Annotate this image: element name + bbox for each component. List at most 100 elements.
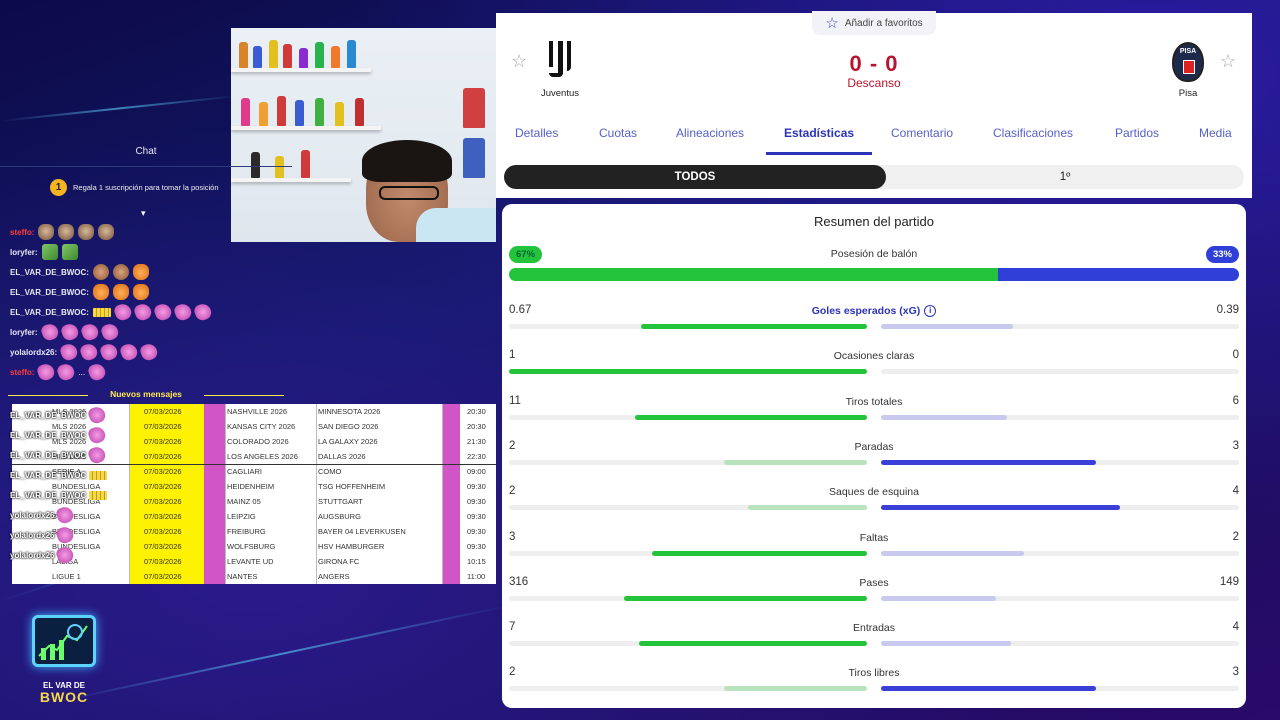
chat-username[interactable]: EL_VAR_DE_BWOC: <box>10 268 89 277</box>
home-stat-track <box>509 550 867 556</box>
schedule-cell-home: NANTES <box>227 572 258 581</box>
schedule-cell-time: 09:00 <box>467 467 486 476</box>
chat-username[interactable]: yolalordx26: <box>10 348 57 357</box>
schedule-cell-home: WOLFSBURG <box>227 542 276 551</box>
schedule-cell-home: NASHVILLE 2026 <box>227 407 288 416</box>
stat-row: 3 Faltas 2 <box>502 531 1246 576</box>
chat-username[interactable]: loryfer: <box>10 248 38 257</box>
schedule-cell-time: 09:30 <box>467 542 486 551</box>
away-stat-bar <box>881 414 1008 420</box>
money-emote-icon <box>41 244 58 260</box>
chat-username[interactable]: EL_VAR_DE_BWOC <box>10 491 86 500</box>
schedule-cell-away: BAYER 04 LEVERKUSEN <box>318 527 406 536</box>
chat-username[interactable]: yolalordx26 <box>10 511 54 520</box>
schedule-cell-away: HSV HAMBURGER <box>318 542 385 551</box>
home-stat-bar <box>623 595 867 601</box>
chat-username[interactable]: steffo: <box>10 368 34 377</box>
home-team-name[interactable]: Juventus <box>520 88 600 99</box>
tab-partidos[interactable]: Partidos <box>1115 126 1159 140</box>
active-tab-indicator <box>766 152 872 155</box>
pink-emote-icon <box>132 301 154 323</box>
period-first-half-button[interactable]: 1º <box>886 165 1244 189</box>
chat-username[interactable]: yolalordx26 <box>10 531 54 540</box>
period-selector: TODOS 1º <box>504 165 1244 189</box>
tab-alineaciones[interactable]: Alineaciones <box>676 126 744 140</box>
period-all-button[interactable]: TODOS <box>504 165 886 189</box>
chat-username[interactable]: EL_VAR_DE_BWOC <box>10 451 86 460</box>
overlay-chat-line: EL_VAR_DE_BWOC <box>10 424 108 446</box>
away-stat-track <box>881 641 1239 647</box>
chat-username[interactable]: EL_VAR_DE_BWOC <box>10 471 86 480</box>
away-stat-track <box>881 414 1239 420</box>
chat-username[interactable]: EL_VAR_DE_BWOC <box>10 411 86 420</box>
add-to-favorites-button[interactable]: ☆ Añadir a favoritos <box>812 11 936 35</box>
orange-cat-emote-icon <box>112 284 129 300</box>
schedule-cell-away: MINNESOTA 2026 <box>318 407 381 416</box>
schedule-cell-home: KANSAS CITY 2026 <box>227 422 296 431</box>
home-stat-bar <box>640 324 867 329</box>
tab-cuotas[interactable]: Cuotas <box>599 126 637 140</box>
background-glow-line <box>59 604 511 702</box>
chat-username[interactable]: EL_VAR_DE_BWOC: <box>10 308 89 317</box>
schedule-cell-away: DALLAS 2026 <box>318 452 366 461</box>
home-stat-bar <box>747 505 867 511</box>
away-stat-bar <box>881 550 1025 556</box>
away-stat-track <box>881 595 1239 601</box>
away-stat-value: 4 <box>1232 621 1239 634</box>
overlay-chat-line: yolalordx26 <box>10 544 107 566</box>
schedule-cell-home: MAINZ 05 <box>227 497 261 506</box>
chevron-down-icon[interactable]: ▾ <box>141 208 146 219</box>
tab-estadisticas[interactable]: Estadísticas <box>784 126 854 140</box>
home-stat-track <box>509 595 867 601</box>
overlay-chat-line: EL_VAR_DE_BWOC <box>10 444 108 466</box>
away-team-name[interactable]: Pisa <box>1148 88 1228 99</box>
chat-message: EL_VAR_DE_BWOC: <box>10 262 211 282</box>
pinned-sub-goal[interactable]: 1 Regala 1 suscripción para tomar la pos… <box>50 176 250 198</box>
stat-label-text: Tiros libres <box>848 667 900 680</box>
chat-username[interactable]: yolalordx26 <box>10 551 54 560</box>
away-stat-bar <box>881 686 1096 692</box>
chat-username[interactable]: loryfer: <box>10 328 38 337</box>
overlay-chat-line: EL_VAR_DE_BWOC <box>10 404 108 426</box>
schedule-cell-time: 09:30 <box>467 497 486 506</box>
stat-row: 316 Pases 149 <box>502 576 1246 621</box>
cat-emote-icon <box>38 224 55 240</box>
chat-message: EL_VAR_DE_BWOC: <box>10 301 214 323</box>
chat-message: steffo:... <box>10 361 211 383</box>
home-stat-bar <box>509 369 867 375</box>
new-messages-divider[interactable]: Nuevos mensajes <box>0 389 292 399</box>
away-stat-track <box>881 505 1239 511</box>
schedule-cell-date: 07/03/2026 <box>144 497 182 506</box>
home-stat-bar <box>639 641 867 647</box>
cat-emote-icon <box>78 224 95 240</box>
schedule-cell-date: 07/03/2026 <box>144 527 182 536</box>
chat-username[interactable]: EL_VAR_DE_BWOC <box>10 431 86 440</box>
stat-label: Tiros totales <box>502 396 1246 408</box>
schedule-cell-date: 07/03/2026 <box>144 422 182 431</box>
away-stat-track <box>881 550 1239 556</box>
info-icon[interactable]: i <box>924 305 937 318</box>
pisa-badge-text: PISA <box>1179 48 1197 55</box>
away-stat-value: 3 <box>1232 666 1239 679</box>
chat-username[interactable]: steffo: <box>10 228 34 237</box>
star-icon[interactable]: ☆ <box>511 51 527 72</box>
stat-label: Ocasiones claras <box>502 350 1246 362</box>
schedule-cell-date: 07/03/2026 <box>144 512 182 521</box>
home-stat-track <box>509 505 867 511</box>
tab-comentario[interactable]: Comentario <box>891 126 953 140</box>
schedule-cell-date: 07/03/2026 <box>144 482 182 491</box>
away-stat-value: 2 <box>1232 530 1239 543</box>
schedule-cell-time: 20:30 <box>467 422 486 431</box>
overlay-chat-line: EL_VAR_DE_BWOC <box>10 465 108 485</box>
face-emote-icon <box>92 264 109 280</box>
tab-clasificaciones[interactable]: Clasificaciones <box>993 126 1073 140</box>
cat-emote-icon <box>58 224 75 240</box>
star-icon[interactable]: ☆ <box>1220 51 1236 72</box>
stat-row: 1 Ocasiones claras 0 <box>502 349 1246 394</box>
tab-media[interactable]: Media <box>1199 126 1232 140</box>
schedule-cell-home: LOS ANGELES 2026 <box>227 452 298 461</box>
stat-label[interactable]: Goles esperados (xG) i <box>502 305 1246 318</box>
chat-username[interactable]: EL_VAR_DE_BWOC: <box>10 288 89 297</box>
home-stat-bar <box>635 414 867 420</box>
tab-detalles[interactable]: Detalles <box>515 126 558 140</box>
